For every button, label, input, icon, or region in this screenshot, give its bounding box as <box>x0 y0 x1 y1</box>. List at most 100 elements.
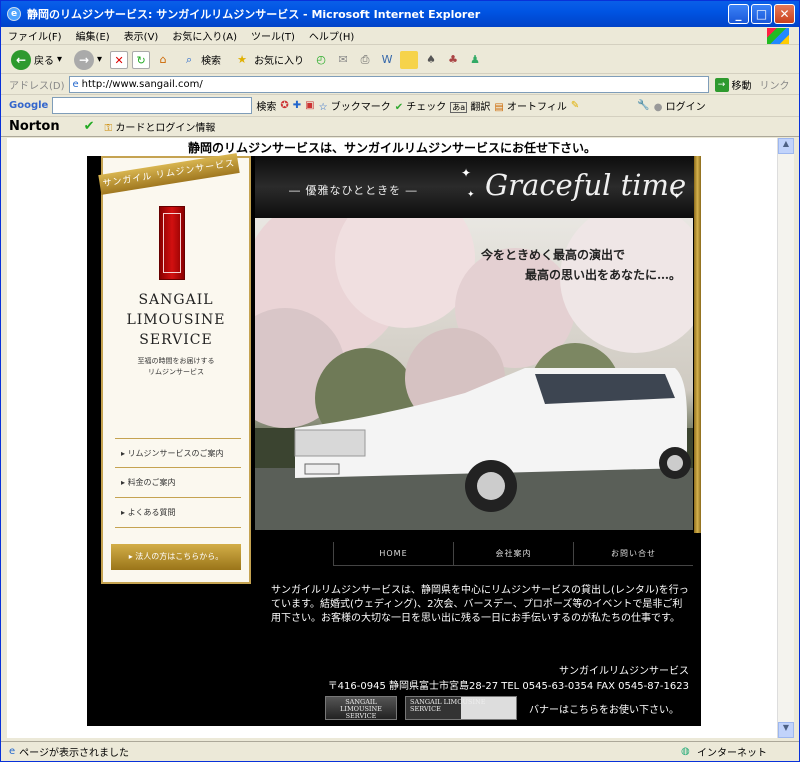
norton-menu[interactable]: Norton <box>9 119 60 134</box>
google-toolbar: Google 検索 ✪ ✚ ▣ ☆ ブックマーク ✔ チェック あa 翻訳 ▤ … <box>1 95 799 117</box>
top-nav: HOME 会社案内 お問い合せ <box>333 542 693 566</box>
window-title: 静岡のリムジンサービス: サンガイルリムジンサービス - Microsoft I… <box>27 8 481 21</box>
norton-cards-button[interactable]: ⚿ カードとログイン情報 <box>105 119 216 134</box>
standard-toolbar: ← 戻る ▾ → ▾ ✕ ↻ ⌂ ⌕ 検索 ★ お気に入り ◴ ✉ ⎙ W ♠ ♣ … <box>1 46 799 74</box>
messenger-icon[interactable]: ♣ <box>444 51 462 69</box>
discuss-icon[interactable] <box>400 50 419 69</box>
back-arrow-icon: ← <box>11 49 31 70</box>
company-address: 〒416-0945 静岡県富士市宮島28-27 TEL 0545-63-0354… <box>327 681 689 692</box>
windows-logo-icon <box>767 28 789 44</box>
stop-icon[interactable]: ✕ <box>110 50 129 69</box>
status-bar: e ページが表示されました ◍ インターネット <box>1 741 799 761</box>
nav-pricing[interactable]: ▸ 料金のご案内 <box>115 468 241 498</box>
minimize-button[interactable]: _ <box>728 4 749 24</box>
limousine-photo: 今をときめく最高の演出で 最高の思い出をあなたに…。 <box>255 218 693 530</box>
translate-button[interactable]: あa 翻訳 <box>450 98 490 113</box>
maximize-button[interactable]: □ <box>751 4 772 24</box>
go-arrow-icon: → <box>714 77 729 92</box>
people-icon[interactable]: ♟ <box>466 51 484 69</box>
login-circle-icon: ● <box>653 102 663 113</box>
star-icon: ★ <box>237 52 247 66</box>
lock-icon: ⚿ <box>104 123 113 134</box>
back-button[interactable]: ← 戻る ▾ <box>7 49 66 70</box>
autofill-button[interactable]: ▤ オートフィル <box>494 98 566 113</box>
ie-icon: e <box>7 7 21 21</box>
forward-button[interactable]: → ▾ <box>70 49 106 70</box>
research-icon[interactable]: ♠ <box>422 51 440 69</box>
page-viewport: 静岡のリムジンサービスは、サンガイルリムジンサービスにお任せ下さい。 ✦ ✦ ✦… <box>7 138 777 738</box>
menu-view[interactable]: 表示(V) <box>117 28 166 43</box>
brand-ribbon: サンガイル リムジンサービス <box>98 153 240 195</box>
autofill-icon: ▤ <box>494 102 504 113</box>
description-text: サンガイルリムジンサービスは、静岡県を中心にリムジンサービスの貸出し(レンタル)… <box>271 585 689 624</box>
search-icon: ⌕ <box>185 52 193 66</box>
google-search-input[interactable] <box>52 97 253 114</box>
brand-panel: サンガイル リムジンサービス SANGAIL LIMOUSINE SERVICE… <box>98 153 251 584</box>
vertical-scrollbar[interactable]: ▲ ▼ <box>777 138 794 738</box>
status-text: ページが表示されました <box>19 748 129 759</box>
popup-blocker-icon[interactable]: ✪ <box>280 100 288 111</box>
highlighter-icon[interactable]: ✎ <box>571 100 579 111</box>
address-input[interactable]: e http://www.sangail.com/ <box>68 76 709 93</box>
print-icon[interactable]: ⎙ <box>356 51 374 69</box>
catchphrase-line2: 最高の思い出をあなたに…。 <box>525 268 682 282</box>
page-heading: 静岡のリムジンサービスは、サンガイルリムジンサービスにお任せ下さい。 <box>187 141 596 155</box>
nav-company[interactable]: 会社案内 <box>453 542 573 565</box>
brand-subtitle: 至福の時間をお届けする リムジンサービス <box>137 357 215 376</box>
menu-edit[interactable]: 編集(E) <box>69 28 117 43</box>
brand-name: SANGAIL LIMOUSINE SERVICE <box>126 292 226 348</box>
nav-service-info[interactable]: ▸ リムジンサービスのご案内 <box>115 438 241 468</box>
forward-arrow-icon: → <box>74 49 95 70</box>
norton-check-icon[interactable]: ✔ <box>84 119 95 134</box>
address-label: アドレス(D) <box>9 81 65 92</box>
translate-icon: あa <box>450 102 468 113</box>
go-button[interactable]: → 移動 <box>714 77 752 92</box>
address-bar: アドレス(D) e http://www.sangail.com/ → 移動 リ… <box>1 75 799 95</box>
check-button[interactable]: ✔ チェック <box>395 98 447 113</box>
tagline: ― 優雅なひとときを ― <box>289 184 418 197</box>
refresh-icon[interactable]: ↻ <box>132 50 151 69</box>
nav-home[interactable]: HOME <box>333 542 453 565</box>
page-status-icon: e <box>9 746 16 757</box>
banner-row: SANGAIL LIMOUSINE SERVICE SANGAIL LIMOUS… <box>325 696 679 720</box>
internet-zone-icon: ◍ <box>681 746 690 757</box>
login-button[interactable]: ● ログイン <box>654 98 706 113</box>
menu-tools[interactable]: ツール(T) <box>244 28 302 43</box>
pagerank-icon[interactable]: ▣ <box>305 100 314 111</box>
favorites-button[interactable]: ★ お気に入り <box>229 51 308 69</box>
google-logo: Google <box>9 100 49 111</box>
plus-icon[interactable]: ✚ <box>293 100 301 111</box>
side-nav: ▸ リムジンサービスのご案内 ▸ 料金のご案内 ▸ よくある質問 <box>115 438 241 528</box>
menu-file[interactable]: ファイル(F) <box>1 28 69 43</box>
edit-icon[interactable]: W <box>378 51 396 69</box>
close-button[interactable]: ✕ <box>774 4 795 24</box>
banner-small[interactable]: SANGAIL LIMOUSINE SERVICE <box>325 696 397 720</box>
search-button[interactable]: ⌕ 検索 <box>176 51 225 69</box>
header-bar: ✦ ✦ ✦ ― 優雅なひとときを ― Graceful time <box>255 156 695 218</box>
sparkle-icon: ✦ <box>467 190 475 200</box>
graceful-title: Graceful time <box>485 168 687 202</box>
menu-favorites[interactable]: お気に入り(A) <box>165 28 244 43</box>
banner-large[interactable]: SANGAIL LIMOUSINE SERVICE <box>405 696 517 720</box>
bookmarks-button[interactable]: ☆ ブックマーク <box>319 98 391 113</box>
menu-help[interactable]: ヘルプ(H) <box>302 28 361 43</box>
corporate-button[interactable]: ▸ 法人の方はこちらから。 <box>111 544 241 570</box>
nav-contact[interactable]: お問い合せ <box>573 542 693 565</box>
google-search-button[interactable]: 検索 <box>256 98 276 113</box>
page-icon: e <box>72 79 79 90</box>
nav-faq[interactable]: ▸ よくある質問 <box>115 498 241 528</box>
home-icon[interactable]: ⌂ <box>154 51 172 69</box>
lincoln-logo-icon <box>159 206 185 280</box>
check-icon: ✔ <box>394 102 404 113</box>
scroll-down-icon[interactable]: ▼ <box>778 722 794 738</box>
links-label[interactable]: リンク <box>760 77 790 92</box>
mail-icon[interactable]: ✉ <box>334 51 352 69</box>
history-icon[interactable]: ◴ <box>312 51 330 69</box>
sparkle-icon: ✦ <box>461 166 472 180</box>
norton-toolbar: Norton ✔ ⚿ カードとログイン情報 <box>1 117 799 137</box>
company-name: サンガイルリムジンサービス <box>559 666 689 677</box>
site-container: ✦ ✦ ✦ ― 優雅なひとときを ― Graceful time 今をときめく最… <box>87 153 701 726</box>
zone-text: インターネット <box>697 748 767 759</box>
scroll-up-icon[interactable]: ▲ <box>778 138 794 154</box>
wrench-icon[interactable]: 🔧 <box>637 100 649 111</box>
